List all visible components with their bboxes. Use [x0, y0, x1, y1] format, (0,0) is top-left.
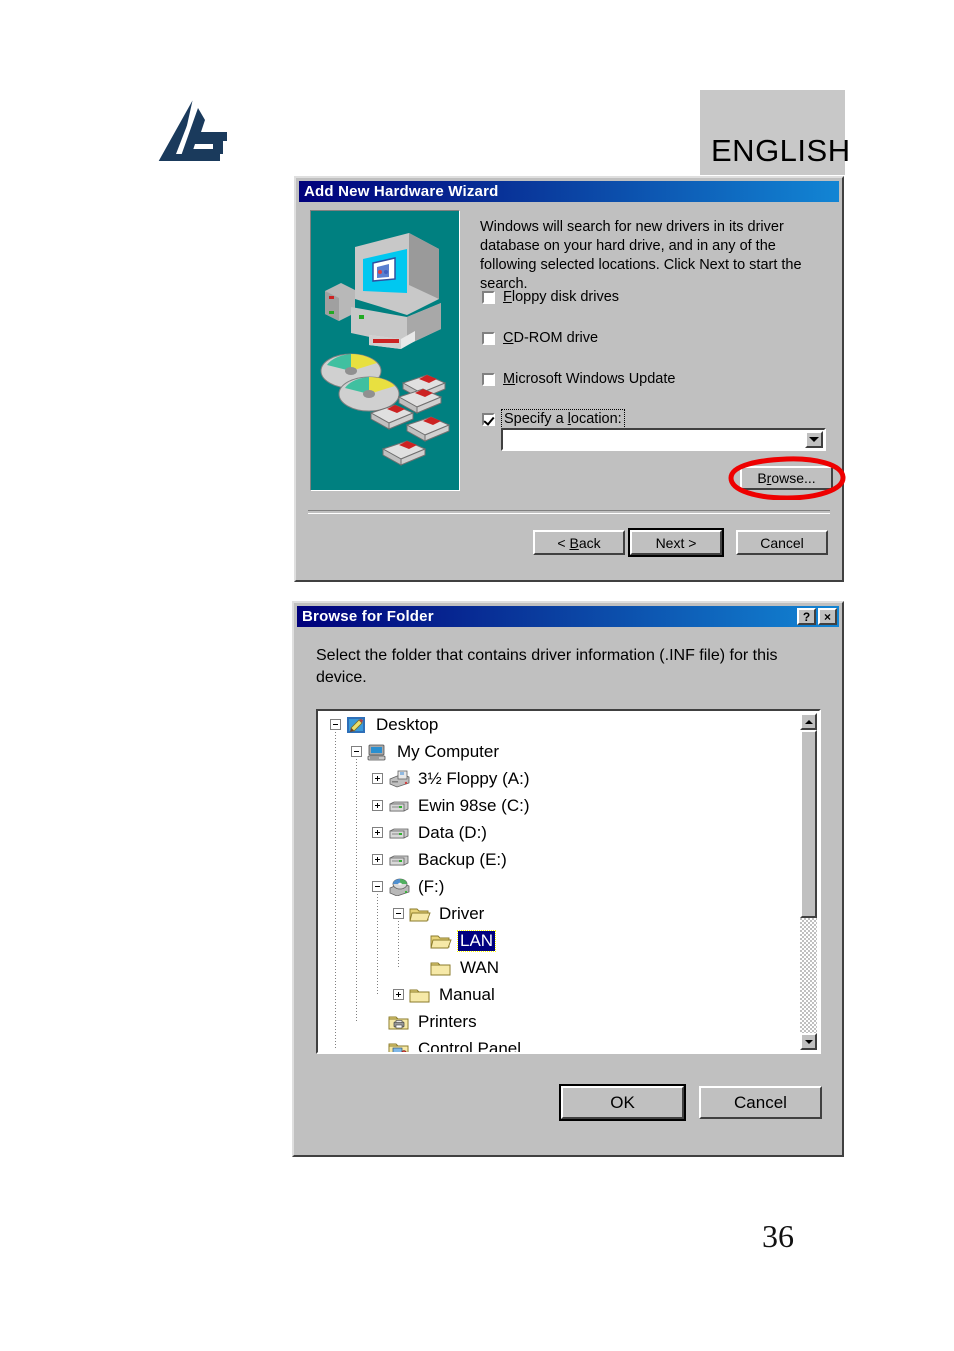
- ok-button[interactable]: OK: [559, 1084, 686, 1121]
- scroll-down-button[interactable]: [800, 1033, 817, 1050]
- cancel-button-label: Cancel: [760, 534, 804, 551]
- tree-item-desktop[interactable]: Desktop: [318, 711, 800, 738]
- tree-item-manual[interactable]: Manual: [318, 981, 800, 1008]
- tree-item-label: Manual: [439, 984, 495, 1004]
- browse-titlebar[interactable]: Browse for Folder ? ×: [297, 606, 839, 627]
- tree-item-wan[interactable]: WAN: [318, 954, 800, 981]
- checkbox-specify-a-location[interactable]: Specify a location:: [482, 409, 625, 429]
- browse-button-label: Browse...: [757, 470, 816, 486]
- control-panel-icon: [388, 1040, 410, 1052]
- help-icon[interactable]: ?: [797, 608, 816, 625]
- close-icon[interactable]: ×: [818, 608, 837, 625]
- checkbox-box-cdrom[interactable]: [482, 332, 495, 345]
- expand-toggle-icon[interactable]: [372, 773, 383, 784]
- checkbox-box-specify-location[interactable]: [482, 413, 495, 426]
- language-label: ENGLISH: [711, 133, 851, 168]
- scrollbar-thumb[interactable]: [800, 730, 817, 918]
- tree-item-backup-e[interactable]: Backup (E:): [318, 846, 800, 873]
- tree-item-3-floppy-a[interactable]: 3½ Floppy (A:): [318, 765, 800, 792]
- hard-drive-icon: [388, 851, 410, 869]
- tree-item-data-d[interactable]: Data (D:): [318, 819, 800, 846]
- back-button[interactable]: < Back: [533, 530, 625, 555]
- folder-icon: [430, 959, 452, 977]
- tree-item-lan[interactable]: LAN: [318, 927, 800, 954]
- folder-tree[interactable]: Desktop My Computer 3½ Floppy (A:) Ewin 98s…: [318, 711, 800, 1052]
- checkbox-label-specify-location: Specify a location:: [501, 409, 625, 429]
- tree-guide-line: [398, 918, 399, 968]
- next-button-label: Next >: [655, 534, 697, 551]
- add-new-hardware-wizard-dialog: Add New Hardware Wizard Windows will sea…: [294, 176, 846, 582]
- tree-guide-line: [377, 891, 378, 995]
- ok-button-label: OK: [610, 1092, 635, 1112]
- tree-item-label: Ewin 98se (C:): [418, 795, 530, 815]
- browse-prompt-text: Select the folder that contains driver i…: [316, 647, 778, 686]
- chevron-down-icon[interactable]: [805, 431, 823, 448]
- wizard-separator: [308, 510, 830, 514]
- desktop-icon: [346, 716, 368, 734]
- expand-toggle-icon[interactable]: [393, 989, 404, 1000]
- next-button[interactable]: Next >: [628, 528, 724, 557]
- tree-item-label: Backup (E:): [418, 849, 507, 869]
- atlantis-land-logo: [143, 92, 238, 177]
- wizard-title: Add New Hardware Wizard: [304, 183, 499, 200]
- cd-drive-icon: [388, 878, 410, 896]
- tree-item-label: 3½ Floppy (A:): [418, 768, 530, 788]
- scroll-up-button[interactable]: [800, 713, 817, 730]
- floppy-drive-icon: [388, 770, 410, 788]
- tree-item-f[interactable]: (F:): [318, 873, 800, 900]
- expand-toggle-icon[interactable]: [372, 827, 383, 838]
- checkbox-label-floppy: Floppy disk drives: [503, 289, 620, 305]
- folder-icon: [409, 986, 431, 1004]
- browse-dialog-title: Browse for Folder: [302, 608, 434, 625]
- tree-item-label: Driver: [439, 903, 485, 923]
- tree-item-label: Printers: [418, 1011, 477, 1031]
- hard-drive-icon: [388, 824, 410, 842]
- checkbox-microsoft-windows-update[interactable]: Microsoft Windows Update: [482, 371, 675, 387]
- tree-guide-line: [335, 729, 336, 1049]
- expand-toggle-icon[interactable]: [372, 854, 383, 865]
- tree-item-label: (F:): [418, 876, 445, 896]
- tree-item-label: WAN: [460, 957, 500, 977]
- browse-cancel-button[interactable]: Cancel: [699, 1086, 822, 1119]
- tree-item-my-computer[interactable]: My Computer: [318, 738, 800, 765]
- tree-item-label: LAN: [456, 929, 497, 952]
- tree-item-label: Control Panel: [418, 1038, 522, 1053]
- tree-item-label: Desktop: [376, 714, 439, 734]
- page-number: 36: [762, 1218, 794, 1254]
- wizard-titlebar[interactable]: Add New Hardware Wizard: [299, 181, 839, 202]
- tree-item-ewin-98se-c[interactable]: Ewin 98se (C:): [318, 792, 800, 819]
- expand-toggle-icon[interactable]: [372, 800, 383, 811]
- tree-item-printers[interactable]: Printers: [318, 1008, 800, 1035]
- wizard-illustration: [310, 210, 460, 491]
- printers-folder-icon: [388, 1013, 410, 1031]
- computer-icon: [367, 743, 389, 761]
- browse-cancel-button-label: Cancel: [734, 1092, 787, 1112]
- tree-guide-line: [356, 756, 357, 1022]
- wizard-instruction-text: Windows will search for new drivers in i…: [480, 219, 802, 293]
- checkbox-floppy-disk-drives[interactable]: Floppy disk drives: [482, 289, 619, 305]
- checkbox-box-windows-update[interactable]: [482, 373, 495, 386]
- browse-for-folder-dialog: Browse for Folder ? × Select the folder …: [292, 601, 844, 1157]
- scrollbar-track[interactable]: [800, 730, 817, 1033]
- folder-open-icon: [409, 905, 431, 923]
- hard-drive-icon: [388, 797, 410, 815]
- tree-item-label: Data (D:): [418, 822, 487, 842]
- tree-scrollbar[interactable]: [800, 713, 817, 1050]
- folder-open-icon: [430, 932, 452, 950]
- tree-item-label: My Computer: [397, 741, 500, 761]
- browse-button[interactable]: Browse...: [740, 466, 833, 490]
- location-combobox[interactable]: [501, 428, 826, 451]
- checkbox-cd-rom-drive[interactable]: CD-ROM drive: [482, 330, 598, 346]
- tree-item-control-panel[interactable]: Control Panel: [318, 1035, 800, 1052]
- checkbox-box-floppy[interactable]: [482, 291, 495, 304]
- checkbox-label-windows-update: Microsoft Windows Update: [503, 371, 676, 387]
- cancel-button[interactable]: Cancel: [736, 530, 828, 555]
- checkbox-label-cdrom: CD-ROM drive: [503, 330, 599, 346]
- folder-tree-frame: Desktop My Computer 3½ Floppy (A:) Ewin 98s…: [316, 709, 821, 1054]
- back-button-label: < Back: [557, 534, 601, 551]
- tree-item-driver[interactable]: Driver: [318, 900, 800, 927]
